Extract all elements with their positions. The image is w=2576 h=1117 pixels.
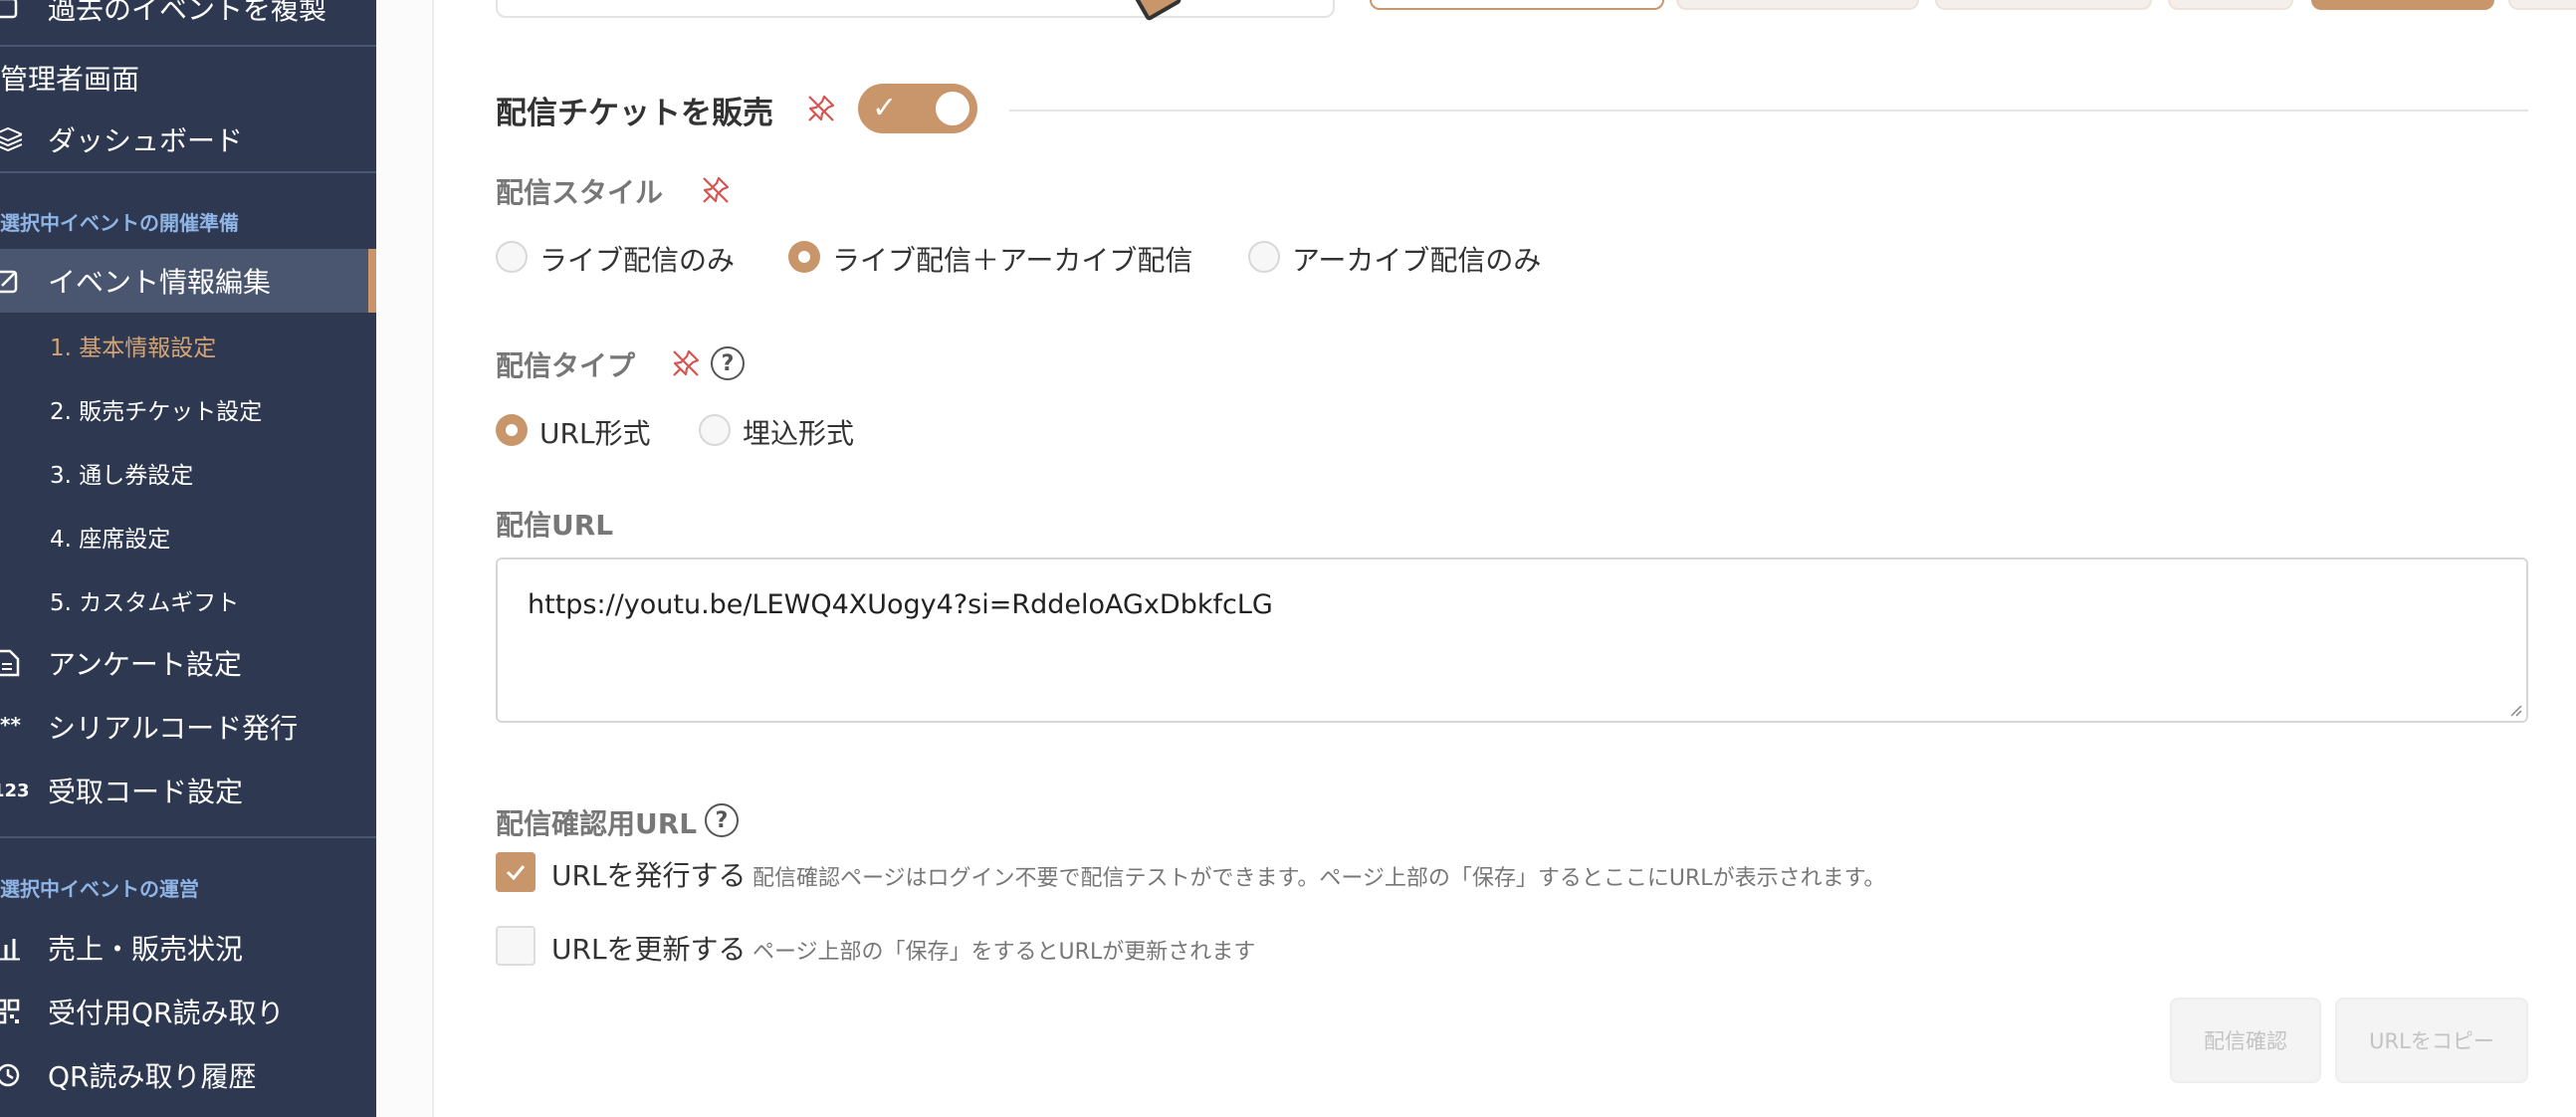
issue-url-label: URLを発行する (551, 859, 747, 892)
top-input-field[interactable] (496, 0, 1335, 18)
top-tab-button[interactable] (1370, 0, 1664, 10)
pin-off-icon (703, 176, 730, 203)
sidebar-item-receive-code[interactable]: 123 受取コード設定 (0, 771, 376, 810)
numbers-icon: 123 (0, 780, 30, 801)
sidebar-divider (0, 171, 376, 173)
sidebar-subitem-basic-info[interactable]: 1. 基本情報設定 (50, 329, 216, 362)
top-tab-button[interactable] (2508, 0, 2576, 10)
edit-icon (0, 267, 28, 295)
copy-url-button[interactable]: URLをコピー (2335, 998, 2528, 1083)
top-primary-button[interactable] (2311, 0, 2494, 10)
update-url-note: ページ上部の「保存」をするとURLが更新されます (752, 940, 1256, 965)
update-url-checkbox[interactable] (496, 926, 536, 966)
radio-button[interactable] (1248, 241, 1280, 273)
stream-style-label: 配信スタイル (496, 176, 664, 209)
sidebar-item-survey[interactable]: アンケート設定 (0, 643, 376, 683)
section-divider (1009, 110, 2528, 112)
toggle-knob (936, 92, 969, 125)
sidebar-item-label: ダッシュボード (48, 124, 244, 157)
radio-label: ライブ配信＋アーカイブ配信 (832, 244, 1193, 277)
sidebar-section-admin: 管理者画面 (0, 58, 376, 96)
radio-label: ライブ配信のみ (539, 244, 736, 277)
help-icon[interactable]: ? (711, 346, 745, 380)
top-tab-button[interactable] (2168, 0, 2293, 10)
sidebar-item-label: QR読み取り履歴 (48, 1060, 257, 1093)
section-title: 配信チケットを販売 (496, 96, 773, 131)
help-icon[interactable]: ? (705, 803, 739, 837)
update-url-label: URLを更新する (551, 933, 747, 966)
stream-url-label: 配信URL (496, 509, 614, 542)
radio-label: 埋込形式 (743, 417, 855, 450)
radio-button[interactable] (496, 241, 528, 273)
check-icon: ✓ (872, 91, 898, 125)
sidebar-item-label: アンケート設定 (48, 648, 242, 681)
radio-button[interactable] (788, 241, 820, 273)
top-tab-button[interactable] (1935, 0, 2152, 10)
history-icon (0, 1061, 28, 1089)
sidebar-item-serial[interactable]: ** シリアルコード発行 (0, 707, 376, 747)
copy-icon (0, 0, 28, 22)
content-gutter (376, 0, 434, 1117)
issue-url-note: 配信確認ページはログイン不要で配信テストができます。ページ上部の「保存」するとこ… (752, 866, 1886, 891)
asterisk-icon: ** (0, 713, 21, 737)
sidebar-item-dashboard[interactable]: ダッシュボード (0, 119, 376, 159)
sell-stream-ticket-toggle[interactable]: ✓ (858, 84, 977, 133)
sidebar-item-event-edit[interactable]: イベント情報編集 (0, 261, 376, 301)
bar-chart-icon (0, 934, 28, 962)
radio-button[interactable] (496, 414, 528, 446)
sidebar-item-copy-event[interactable]: 過去のイベントを複製 (0, 0, 376, 26)
issue-url-checkbox[interactable] (496, 852, 536, 892)
sidebar-subitem-pass-settings[interactable]: 3. 通し券設定 (50, 456, 193, 490)
sidebar-divider (0, 45, 376, 47)
stream-url-value: https://youtu.be/LEWQ4XUogy4?si=RddeloAG… (528, 589, 1273, 620)
sidebar-item-label: シリアルコード発行 (48, 712, 299, 745)
sidebar-item-label: 受付用QR読み取り (48, 997, 285, 1029)
section-header-prep: 選択中イベントの開催準備 (0, 211, 239, 235)
radio-label: アーカイブ配信のみ (1292, 244, 1542, 277)
sidebar-item-label: イベント情報編集 (48, 266, 272, 299)
sidebar-divider (0, 836, 376, 838)
sidebar-subitem-seat-settings[interactable]: 4. 座席設定 (50, 520, 170, 554)
main-content: 配信チケットを販売 ✓ 配信スタイル ライブ配信のみ ライブ配信＋アーカイブ配信… (434, 0, 2576, 1117)
sidebar-item-sales[interactable]: 売上・販売状況 (0, 928, 376, 968)
sidebar-subitem-custom-gift[interactable]: 5. カスタムギフト (50, 583, 239, 617)
sidebar-item-label: 受取コード設定 (48, 776, 244, 808)
pin-off-icon (673, 349, 700, 376)
section-header-ops: 選択中イベントの運営 (0, 877, 199, 901)
radio-label: URL形式 (539, 417, 651, 450)
document-icon (0, 649, 28, 677)
stream-url-textarea[interactable]: https://youtu.be/LEWQ4XUogy4?si=RddeloAG… (496, 558, 2528, 723)
sidebar-item-qr-read[interactable]: 受付用QR読み取り (0, 992, 376, 1031)
admin-header: 管理者画面 (0, 63, 140, 96)
resize-handle-icon[interactable] (2506, 701, 2522, 717)
top-tab-button[interactable] (1676, 0, 1919, 10)
qr-code-icon (0, 998, 28, 1025)
sidebar: 過去のイベントを複製 管理者画面 ダッシュボード 選択中イベントの開催準備 イベ… (0, 0, 376, 1117)
sidebar-item-label: 過去のイベントを複製 (48, 0, 327, 26)
sidebar-item-label: 売上・販売状況 (48, 933, 244, 966)
sidebar-item-qr-history[interactable]: QR読み取り履歴 (0, 1055, 376, 1095)
stream-type-label: 配信タイプ (496, 349, 636, 382)
pin-off-icon (808, 95, 835, 121)
layers-icon (0, 125, 28, 153)
confirm-url-label: 配信確認用URL (496, 807, 698, 840)
stream-confirm-button[interactable]: 配信確認 (2170, 998, 2321, 1083)
sidebar-subitem-ticket-settings[interactable]: 2. 販売チケット設定 (50, 392, 262, 426)
radio-button[interactable] (699, 414, 731, 446)
check-icon (506, 865, 526, 881)
